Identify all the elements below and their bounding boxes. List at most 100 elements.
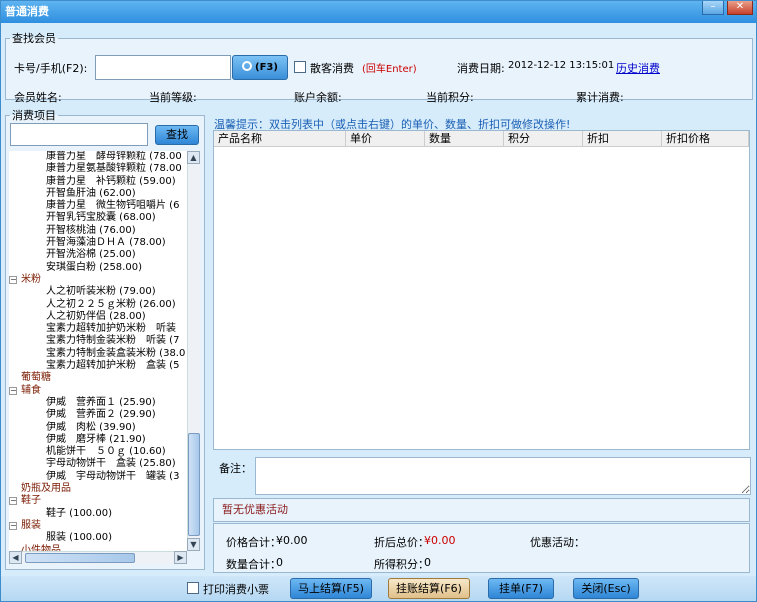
tree-node-label: 开智洗浴棉 (25.00)	[46, 249, 136, 261]
tree-item[interactable]: 康普力星氨基酸锌颗粒 (78.00	[9, 163, 187, 175]
hold-order-button[interactable]: 挂单(F7)	[488, 578, 554, 599]
column-quantity[interactable]: 数量	[425, 131, 504, 146]
item-search-input[interactable]	[10, 123, 148, 146]
tree-category[interactable]: − 米粉	[9, 274, 187, 286]
member-search-legend: 查找会员	[12, 32, 56, 45]
scroll-up-icon[interactable]: ▲	[187, 151, 200, 164]
tree-item[interactable]: 康普力星 酵母锌颗粒 (78.00	[9, 151, 187, 163]
tree-item[interactable]: 开智鱼肝油 (62.00)	[9, 188, 187, 200]
tree-item[interactable]: 宝素力超转加护奶米粉 听装	[9, 323, 187, 335]
column-unit-price[interactable]: 单价	[346, 131, 425, 146]
cart-table[interactable]: 产品名称 单价 数量 积分 折扣 折扣价格	[213, 130, 750, 450]
tree-item[interactable]: 伊威 营养面１ (25.90)	[9, 397, 187, 409]
tree-item[interactable]: 康普力星 补钙颗粒 (59.00)	[9, 176, 187, 188]
tree-node-label: 奶瓶及用品	[21, 483, 71, 495]
tree-category[interactable]: 葡萄糖	[9, 372, 187, 384]
column-points[interactable]: 积分	[504, 131, 583, 146]
tree-expander-icon[interactable]: −	[9, 521, 17, 530]
scroll-down-icon[interactable]: ▼	[187, 538, 200, 551]
tree-item[interactable]: 开智乳钙宝胶囊 (68.00)	[9, 212, 187, 224]
tree-vertical-scrollbar[interactable]: ▲ ▼	[187, 151, 200, 551]
discount-total-label: 折后总价：	[374, 536, 429, 549]
tree-node-label: 宇母动物饼干 盒装 (25.80)	[46, 458, 176, 470]
tree-item[interactable]: 伊威 肉松 (39.90)	[9, 422, 187, 434]
total-spent-label: 累计消费:	[576, 91, 624, 104]
tree-item[interactable]: 伊威 营养面２ (29.90)	[9, 409, 187, 421]
minimize-button[interactable]: –	[702, 1, 724, 15]
tree-node-label: 宝素力特制金装盒装米粉 (38.0	[46, 347, 186, 359]
tree-item[interactable]: 服装 (100.00)	[9, 532, 187, 544]
column-discount[interactable]: 折扣	[583, 131, 662, 146]
tree-node-label: 葡萄糖	[21, 372, 51, 384]
tree-item[interactable]: 宝素力超转加护米粉 盒装 (5	[9, 360, 187, 372]
tree-node-label: 辅食	[21, 384, 41, 396]
scroll-left-icon[interactable]: ◀	[9, 551, 22, 564]
tree-item[interactable]: 机能饼干 ５０ｇ (10.60)	[9, 446, 187, 458]
tree-node-label: 伊威 营养面２ (29.90)	[46, 409, 156, 421]
member-search-button[interactable]: (F3)	[232, 55, 288, 80]
notes-input[interactable]	[255, 457, 751, 495]
tree-category[interactable]: − 服装	[9, 520, 187, 532]
tree-item[interactable]: 伊威 宇母动物饼干 罐装 (3	[9, 471, 187, 483]
card-input[interactable]	[95, 55, 231, 80]
tree-node-label: 宝素力特制金装米粉 听装 (7	[46, 335, 180, 347]
walkin-hint: (回车Enter)	[362, 64, 417, 75]
print-receipt-checkbox[interactable]	[187, 582, 199, 594]
tree-node-label: 机能饼干 ５０ｇ (10.60)	[46, 446, 166, 458]
tree-category[interactable]: − 辅食	[9, 385, 187, 397]
close-window-button[interactable]: ✕	[727, 1, 753, 15]
tree-node-label: 宝素力超转加护奶米粉 听装	[46, 323, 176, 335]
tree-item[interactable]: 宝素力特制金装米粉 听装 (7	[9, 335, 187, 347]
item-search-button[interactable]: 查找	[155, 125, 199, 145]
tree-node-label: 开智乳钙宝胶囊 (68.00)	[46, 212, 156, 224]
tree-node-label: 人之初２２５ｇ米粉 (26.00)	[46, 298, 176, 310]
tree-item[interactable]: 宝素力特制金装盒装米粉 (38.0	[9, 348, 187, 360]
tree-item[interactable]: 开智洗浴棉 (25.00)	[9, 249, 187, 261]
tree-node-label: 开智核桃油 (76.00)	[46, 224, 136, 236]
walkin-checkbox[interactable]	[294, 61, 306, 73]
tree-node-label: 人之初听装米粉 (79.00)	[46, 286, 156, 298]
tree-item[interactable]: 开智海藻油ＤＨＡ (78.00)	[9, 237, 187, 249]
tree-expander-icon[interactable]: −	[9, 275, 17, 284]
scroll-right-icon[interactable]: ▶	[174, 551, 187, 564]
search-icon	[242, 61, 253, 71]
item-tree[interactable]: 康普力星 酵母锌颗粒 (78.00 康普力星氨基酸锌颗粒 (78.00 康普力星 补…	[9, 151, 187, 551]
hscroll-thumb[interactable]	[25, 553, 135, 563]
tree-item[interactable]: 人之初奶伴侣 (28.00)	[9, 311, 187, 323]
tree-item[interactable]: 宇母动物饼干 盒装 (25.80)	[9, 458, 187, 470]
discount-total-value: ¥0.00	[424, 534, 456, 547]
points-earned-value: 0	[424, 556, 431, 569]
tree-item[interactable]: 伊威 磨牙棒 (21.90)	[9, 434, 187, 446]
date-label: 消费日期:	[457, 62, 505, 75]
tree-node-label: 鞋子 (100.00)	[46, 507, 112, 519]
tree-item[interactable]: 开智核桃油 (76.00)	[9, 225, 187, 237]
tree-category[interactable]: 奶瓶及用品	[9, 483, 187, 495]
tree-item[interactable]: 安琪蛋白粉 (258.00)	[9, 262, 187, 274]
tree-item[interactable]: 康普力星 微生物钙咀嚼片 (6	[9, 200, 187, 212]
column-product-name[interactable]: 产品名称	[214, 131, 346, 146]
tree-node-label: 米粉	[21, 273, 41, 285]
tree-node-label: 安琪蛋白粉 (258.00)	[46, 261, 142, 273]
tree-horizontal-scrollbar[interactable]: ◀ ▶	[9, 551, 187, 564]
history-link[interactable]: 历史消费	[616, 60, 660, 76]
price-total-label: 价格合计：	[226, 536, 281, 549]
member-name-label: 会员姓名:	[14, 91, 62, 104]
column-discount-price[interactable]: 折扣价格	[662, 131, 749, 146]
settle-button[interactable]: 马上结算(F5)	[290, 578, 372, 599]
tree-expander-icon[interactable]: −	[9, 497, 17, 506]
tree-item[interactable]: 人之初听装米粉 (79.00)	[9, 286, 187, 298]
tree-item[interactable]: 人之初２２５ｇ米粉 (26.00)	[9, 299, 187, 311]
credit-settle-button[interactable]: 挂账结算(F6)	[388, 578, 470, 599]
close-button[interactable]: 关闭(Esc)	[573, 578, 639, 599]
notes-label: 备注：	[219, 462, 252, 475]
tree-item[interactable]: 鞋子 (100.00)	[9, 508, 187, 520]
tree-node-label: 康普力星 补钙颗粒 (59.00)	[46, 175, 176, 187]
tree-expander-icon[interactable]: −	[9, 386, 17, 395]
tree-node-label: 宝素力超转加护米粉 盒装 (5	[46, 360, 180, 372]
qty-total-label: 数量合计：	[226, 558, 281, 571]
summary-panel: 价格合计： ¥0.00 折后总价： ¥0.00 优惠活动： 数量合计： 0 所得…	[213, 523, 750, 573]
scroll-thumb[interactable]	[188, 433, 200, 536]
tree-category[interactable]: − 鞋子	[9, 495, 187, 507]
tree-node-label: 鞋子	[21, 495, 41, 507]
tree-node-label: 人之初奶伴侣 (28.00)	[46, 310, 146, 322]
